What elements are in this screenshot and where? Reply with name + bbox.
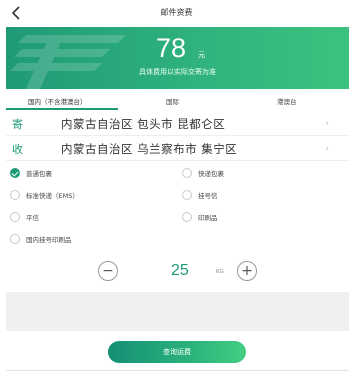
radio-icon[interactable] xyxy=(10,212,20,222)
sender-address: 内蒙古自治区 包头市 昆都仑区 xyxy=(61,117,226,131)
service-option-ems[interactable]: 标准快递（EMS） xyxy=(10,188,79,202)
receiver-address: 内蒙古自治区 乌兰察布市 集宁区 xyxy=(61,142,238,156)
service-option-express-parcel[interactable]: 快递包裹 xyxy=(182,166,224,180)
service-label: 快递包裹 xyxy=(198,170,224,178)
radio-icon[interactable] xyxy=(182,190,192,200)
tab-domestic[interactable]: 国内（不含港澳台） xyxy=(28,96,87,106)
service-option-ordinary-letter[interactable]: 平信 xyxy=(10,210,39,224)
receiver-tag: 收 xyxy=(12,143,23,156)
radio-icon[interactable] xyxy=(10,234,20,244)
active-tab-indicator xyxy=(6,108,118,110)
query-fee-button[interactable]: 查询运费 xyxy=(108,341,246,363)
service-label: 普通包裹 xyxy=(26,170,52,178)
sender-tag: 寄 xyxy=(12,118,23,131)
service-label: 挂号信 xyxy=(198,192,218,200)
chevron-right-icon: › xyxy=(325,119,329,129)
divider xyxy=(6,370,349,371)
fee-note: 具体费用以实际交寄为准 xyxy=(139,68,216,76)
fee-amount: 78 xyxy=(156,33,187,63)
weight-value[interactable]: 25 xyxy=(171,262,189,280)
increase-weight-button[interactable]: + xyxy=(237,261,257,281)
service-label: 标准快递（EMS） xyxy=(26,192,79,200)
service-label: 印刷品 xyxy=(198,214,218,222)
radio-icon[interactable] xyxy=(10,190,20,200)
receiver-address-row[interactable]: 收 内蒙古自治区 乌兰察布市 集宁区 › xyxy=(6,137,349,161)
radio-checked-icon[interactable] xyxy=(10,168,20,178)
fee-banner: 78 元 具体费用以实际交寄为准 xyxy=(6,27,349,89)
page-title: 邮件资费 xyxy=(160,8,193,17)
tab-international[interactable]: 国际 xyxy=(166,96,179,106)
spacer-area xyxy=(6,292,349,331)
chevron-right-icon: › xyxy=(325,144,329,154)
nav-bar: 邮件资费 xyxy=(0,0,353,27)
radio-icon[interactable] xyxy=(182,212,192,222)
service-option-registered-letter[interactable]: 挂号信 xyxy=(182,188,218,202)
weight-unit: KG xyxy=(216,269,224,275)
radio-icon[interactable] xyxy=(182,168,192,178)
fee-unit: 元 xyxy=(198,51,205,59)
tab-hk-macao-taiwan[interactable]: 港澳台 xyxy=(277,96,297,106)
service-options: 普通包裹 快递包裹 标准快递（EMS） 挂号信 平信 印刷品 国内挂号印刷品 xyxy=(6,161,349,249)
service-option-ordinary-parcel[interactable]: 普通包裹 xyxy=(10,166,52,180)
service-label: 国内挂号印刷品 xyxy=(26,236,72,244)
decrease-weight-button[interactable]: − xyxy=(98,261,118,281)
weight-stepper: − 25 KG + xyxy=(6,252,349,292)
service-label: 平信 xyxy=(26,214,39,222)
service-option-printed-matter[interactable]: 印刷品 xyxy=(182,210,218,224)
china-post-logo-icon xyxy=(10,35,126,89)
service-option-registered-printed-matter[interactable]: 国内挂号印刷品 xyxy=(10,232,72,246)
sender-address-row[interactable]: 寄 内蒙古自治区 包头市 昆都仑区 › xyxy=(6,112,349,136)
